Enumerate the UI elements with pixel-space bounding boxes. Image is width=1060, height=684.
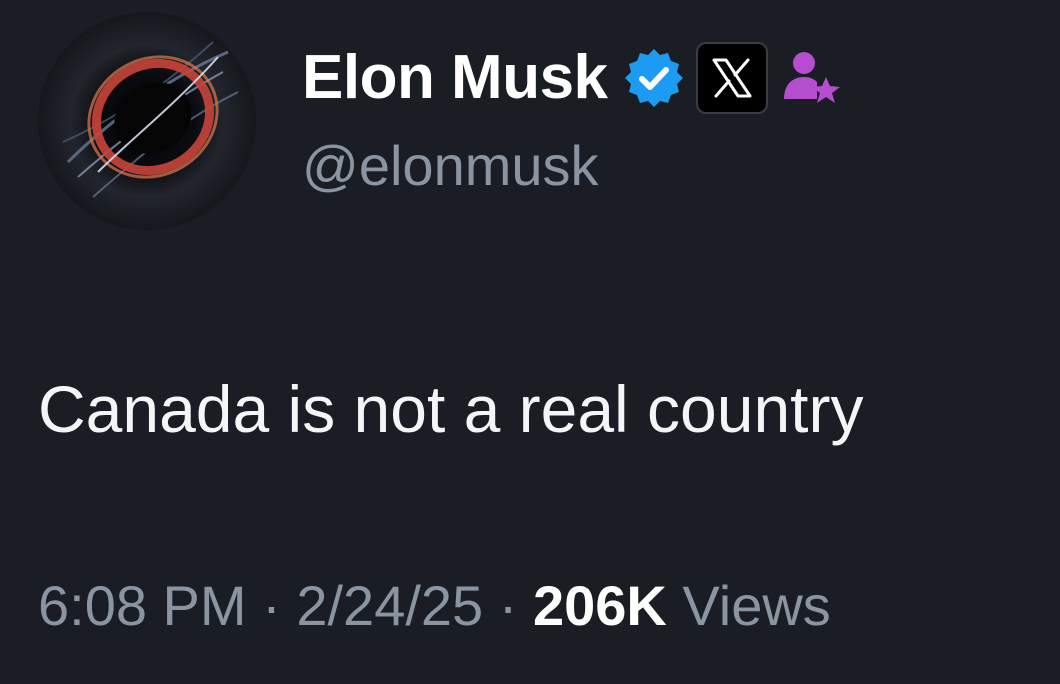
black-hole-avatar-icon <box>38 12 256 230</box>
display-name[interactable]: Elon Musk <box>302 47 608 109</box>
meta-separator: · <box>262 574 281 637</box>
views-label: Views <box>682 574 831 637</box>
meta-separator: · <box>498 574 518 637</box>
user-handle[interactable]: @elonmusk <box>302 138 599 194</box>
x-logo-icon[interactable] <box>695 42 768 114</box>
tweet-meta: 6:08 PM · 2/24/25 · 206K Views <box>38 578 831 634</box>
person-star-icon <box>780 47 842 109</box>
verified-badge-icon[interactable] <box>622 46 686 110</box>
user-name-row: Elon Musk <box>302 40 842 116</box>
views-count[interactable]: 206K <box>533 574 667 637</box>
avatar[interactable] <box>38 12 256 230</box>
tweet-time[interactable]: 6:08 PM <box>38 574 247 637</box>
tweet-text: Canada is not a real country <box>38 372 864 446</box>
tweet-date[interactable]: 2/24/25 <box>296 574 483 637</box>
tweet-card: Elon Musk @elonmusk Canada is not a real… <box>0 0 1060 684</box>
